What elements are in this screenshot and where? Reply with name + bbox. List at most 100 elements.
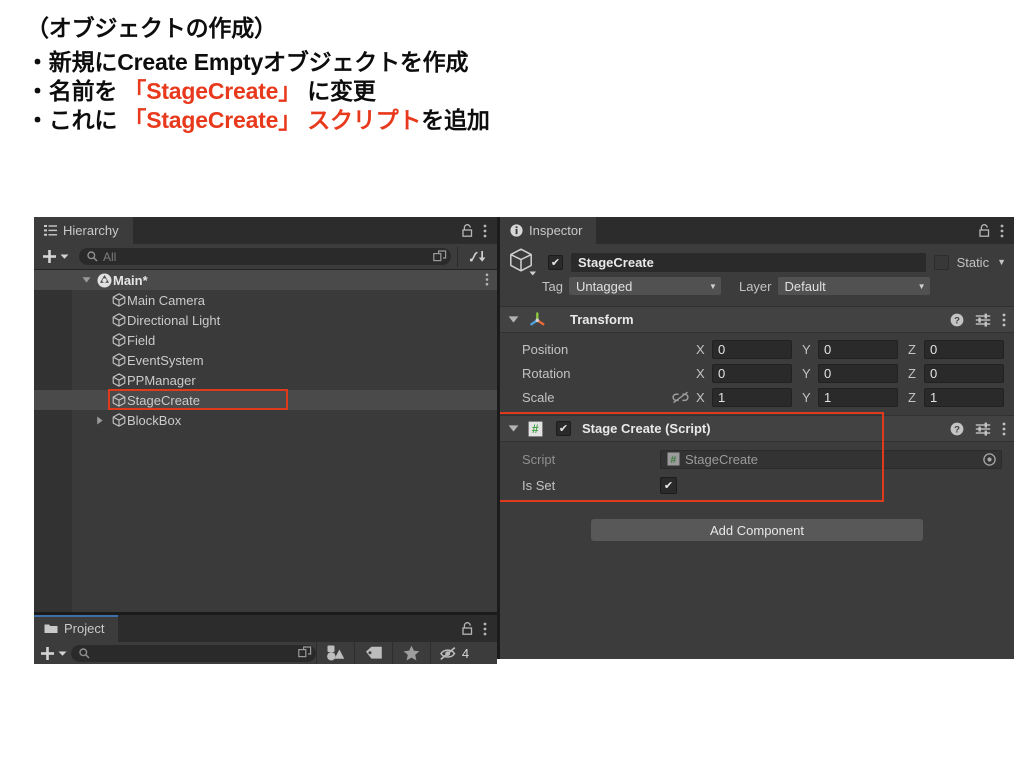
hierarchy-add-button[interactable] — [38, 249, 73, 264]
lock-icon[interactable] — [979, 224, 990, 237]
lock-icon[interactable] — [462, 224, 473, 237]
inspector-name-row: ✔ StageCreate Static ▼ — [508, 248, 1006, 276]
gameobject-cube-icon — [110, 333, 127, 347]
kebab-menu-icon[interactable] — [1002, 422, 1006, 436]
tab-inspector[interactable]: Inspector — [500, 217, 597, 244]
list-icon — [44, 225, 57, 236]
chevron-down-icon[interactable] — [508, 424, 519, 433]
transform-scale-x-input[interactable]: 1 — [712, 387, 792, 407]
script-field-value: StageCreate — [685, 451, 758, 467]
is-set-row: Is Set ✔ — [500, 473, 1014, 497]
hierarchy-item-main-camera[interactable]: Main Camera — [34, 290, 497, 310]
gameobject-cube-icon — [110, 313, 127, 327]
transform-position-y-input[interactable]: 0 — [818, 339, 898, 359]
transform-rotation-x-input[interactable]: 0 — [712, 363, 792, 383]
transform-header-actions: ? — [950, 313, 1006, 327]
chevron-down-icon[interactable]: ▼ — [997, 257, 1006, 267]
tag-dropdown[interactable]: Untagged ▼ — [568, 277, 721, 295]
hierarchy-item-stagecreate[interactable]: StageCreate — [34, 390, 497, 410]
expand-icon[interactable] — [298, 646, 312, 660]
svg-text:?: ? — [954, 315, 960, 326]
transform-position-z-input[interactable]: 0 — [924, 339, 1004, 359]
help-icon[interactable]: ? — [950, 313, 964, 327]
kebab-menu-icon[interactable] — [483, 224, 487, 238]
static-checkbox[interactable] — [933, 254, 949, 270]
lock-icon[interactable] — [462, 622, 473, 635]
transform-scale-row: Scale X 1 Y 1 Z 1 — [500, 385, 1014, 409]
sort-icon[interactable] — [464, 249, 493, 264]
chevron-down-icon[interactable] — [508, 315, 519, 324]
gameobject-cube-icon — [110, 393, 127, 407]
expand-triangle-icon[interactable] — [96, 416, 110, 425]
script-object-field[interactable]: # StageCreate — [660, 449, 1002, 469]
hierarchy-search-input[interactable]: All — [79, 248, 451, 265]
settings-icon[interactable] — [975, 313, 991, 327]
kebab-menu-icon[interactable] — [1000, 224, 1004, 238]
hierarchy-tabbar: Hierarchy — [34, 217, 497, 244]
hierarchy-item-eventsystem[interactable]: EventSystem — [34, 350, 497, 370]
axis-label-z: Z — [908, 365, 916, 381]
expand-icon[interactable] — [433, 249, 447, 264]
object-picker-icon[interactable] — [983, 452, 996, 466]
gameobject-cube-icon — [110, 373, 127, 387]
add-component-button[interactable]: Add Component — [591, 519, 923, 541]
hierarchy-item-main[interactable]: Main* — [34, 270, 497, 290]
toolbar-divider — [457, 246, 458, 267]
tab-inspector-label: Inspector — [529, 223, 583, 238]
chevron-down-icon: ▼ — [917, 281, 926, 291]
tab-project[interactable]: Project — [34, 615, 119, 642]
link-broken-icon[interactable] — [672, 391, 696, 404]
tag-value: Untagged — [575, 278, 633, 294]
inspector-tabbar-actions — [979, 217, 1014, 244]
instruction-block: （オブジェクトの作成） ・新規にCreate Emptyオブジェクトを作成 ・名… — [26, 14, 726, 135]
settings-icon[interactable] — [975, 422, 991, 436]
tag-label: Tag — [542, 278, 563, 294]
gameobject-enabled-checkbox[interactable]: ✔ — [548, 254, 563, 270]
hierarchy-item-label: EventSystem — [127, 352, 204, 368]
transform-rotation-z-input[interactable]: 0 — [924, 363, 1004, 383]
hierarchy-item-blockbox[interactable]: BlockBox — [34, 410, 497, 430]
transform-scale-y-input[interactable]: 1 — [818, 387, 898, 407]
transform-position-row: Position X 0 Y 0 Z 0 — [500, 337, 1014, 361]
hierarchy-item-directional-light[interactable]: Directional Light — [34, 310, 497, 330]
instruction-accent-text: 「StageCreate」 スクリプト — [123, 107, 422, 133]
hierarchy-search-text: All — [103, 249, 117, 264]
project-search-input[interactable] — [71, 644, 316, 662]
tab-hierarchy[interactable]: Hierarchy — [34, 217, 133, 244]
layer-dropdown[interactable]: Default ▼ — [777, 277, 930, 295]
project-panel: Project 4 — [34, 612, 497, 664]
search-icon — [87, 251, 98, 262]
transform-scale-label: Scale — [522, 389, 555, 405]
script-header[interactable]: # ✔ Stage Create (Script) ? — [500, 415, 1014, 442]
kebab-menu-icon[interactable] — [485, 273, 489, 286]
transform-rotation-y-input[interactable]: 0 — [818, 363, 898, 383]
static-label: Static — [956, 254, 990, 270]
transform-scale-z-input[interactable]: 1 — [924, 387, 1004, 407]
gameobject-cube-icon — [110, 293, 127, 307]
label-filter-icon[interactable] — [354, 642, 392, 664]
kebab-menu-icon[interactable] — [1002, 313, 1006, 327]
transform-gizmo-icon — [528, 311, 547, 329]
axis-label-z: Z — [908, 389, 916, 405]
hidden-filter-icon[interactable]: 4 — [430, 642, 478, 664]
collapse-triangle-icon[interactable] — [82, 276, 96, 284]
kebab-menu-icon[interactable] — [483, 622, 487, 636]
shapes-filter-icon[interactable] — [316, 642, 354, 664]
star-filter-icon[interactable] — [392, 642, 430, 664]
help-icon[interactable]: ? — [950, 422, 964, 436]
hierarchy-item-ppmanager[interactable]: PPManager — [34, 370, 497, 390]
axis-label-y: Y — [802, 341, 811, 357]
search-icon — [79, 647, 90, 659]
transform-position-x-input[interactable]: 0 — [712, 339, 792, 359]
hierarchy-item-label: PPManager — [127, 372, 196, 388]
project-add-button[interactable] — [36, 646, 71, 661]
axis-label-x: X — [696, 341, 705, 357]
hierarchy-toolbar: All — [34, 244, 497, 270]
hierarchy-item-field[interactable]: Field — [34, 330, 497, 350]
is-set-checkbox[interactable]: ✔ — [660, 476, 677, 494]
hierarchy-tree[interactable]: Main* Main Camera Directional Light Field Ev… — [34, 270, 497, 612]
script-enabled-checkbox[interactable]: ✔ — [556, 421, 571, 436]
gameobject-name-input[interactable]: StageCreate — [571, 252, 926, 272]
transform-header[interactable]: Transform ? — [500, 306, 1014, 333]
hierarchy-item-label: Main* — [113, 272, 148, 288]
